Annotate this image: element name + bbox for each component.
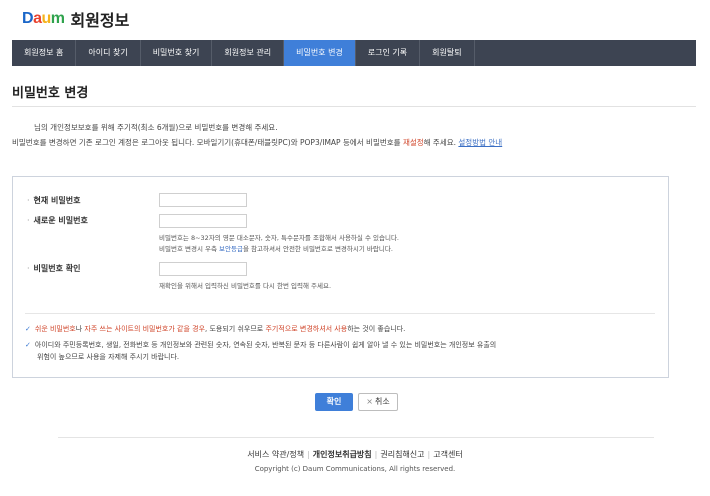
footer-link-privacy[interactable]: 개인정보취급방침: [313, 450, 372, 459]
nav-tab-find-password[interactable]: 비밀번호 찾기: [141, 40, 213, 66]
intro-line-1: 님의 개인정보보호를 위해 주기적(최소 6개월)으로 비밀번호를 변경해 주세…: [34, 123, 278, 132]
current-password-label-text: 현재 비밀번호: [33, 196, 81, 205]
bullet-icon: ·: [27, 216, 30, 225]
nav-tab-withdraw[interactable]: 회원탈퇴: [420, 40, 475, 66]
check-icon: ✓: [25, 341, 31, 349]
divider: [58, 437, 654, 438]
intro-text-b: 해 주세요.: [423, 138, 459, 147]
security-note-2: ✓ 아이디와 주민등록번호, 생일, 전화번호 등 개인정보와 관련된 숫자, 연…: [25, 339, 655, 363]
new-password-help-text-b: 을 참고하셔서 안전한 비밀번호로 변경하시기 바랍니다.: [242, 245, 393, 253]
current-password-label: · 현재 비밀번호: [27, 195, 81, 206]
footer-link-terms[interactable]: 서비스 약관/정책: [247, 450, 304, 459]
footer-separator: |: [307, 450, 310, 459]
confirm-button[interactable]: 확인: [315, 393, 353, 411]
footer-links: 서비스 약관/정책 | 개인정보취급방침 | 권리침해신고 | 고객센터: [0, 449, 710, 460]
site-title: 회원정보: [70, 11, 130, 30]
nav-tab-manage-info[interactable]: 회원정보 관리: [212, 40, 285, 66]
nav-tab-login-history[interactable]: 로그인 기록: [356, 40, 421, 66]
logo-letter: D: [22, 10, 34, 27]
new-password-help-line-2: 비밀번호 변경시 우측 보안등급을 참고하셔서 안전한 비밀번호로 변경하시기 …: [159, 244, 619, 255]
intro-highlight: 재설정: [402, 138, 424, 147]
copyright: Copyright (c) Daum Communications, All r…: [254, 465, 456, 473]
close-icon: ×: [366, 397, 373, 406]
current-password-input[interactable]: [159, 193, 247, 207]
logo-letter: m: [50, 10, 65, 27]
footer-link-rights[interactable]: 권리침해신고: [380, 450, 424, 459]
confirm-password-help: 재확인을 위해서 입력하신 비밀번호를 다시 한번 입력해 주세요.: [159, 282, 332, 290]
new-password-label-text: 새로운 비밀번호: [33, 216, 88, 225]
footer-link-support[interactable]: 고객센터: [433, 450, 462, 459]
note-text: , 도용되기 쉬우므로: [205, 325, 266, 333]
security-note-2-line-1: ✓ 아이디와 주민등록번호, 생일, 전화번호 등 개인정보와 관련된 숫자, 연…: [25, 339, 655, 351]
check-icon: ✓: [25, 325, 31, 333]
security-note-1: ✓ 쉬운 비밀번호나 자주 쓰는 사이트의 비밀번호가 같을 경우, 도용되기 쉬…: [25, 323, 655, 335]
note-text: 하는 것이 좋습니다.: [347, 325, 406, 333]
note-highlight: 주기적으로 변경하셔서 사용: [265, 325, 348, 333]
intro-text: 님의 개인정보보호를 위해 주기적(최소 6개월)으로 비밀번호를 변경해 주세…: [12, 120, 702, 150]
new-password-help: 비밀번호는 8~32자의 영문 대소문자, 숫자, 특수문자를 조합해서 사용하…: [159, 233, 619, 255]
page-title: 비밀번호 변경: [12, 86, 89, 101]
nav-tab-find-id[interactable]: 아이디 찾기: [76, 40, 141, 66]
security-note-2-line-2: 위험이 높으므로 사용을 자제해 주시기 바랍니다.: [37, 353, 180, 361]
confirm-password-input[interactable]: [159, 262, 247, 276]
password-form-box: · 현재 비밀번호 · 새로운 비밀번호 비밀번호는 8~32자의 영문 대소문자,…: [12, 176, 669, 378]
note-highlight: 쉬운 비밀번호: [34, 325, 76, 333]
setup-guide-link[interactable]: 설정방법 안내: [458, 138, 502, 147]
cancel-button[interactable]: × 취소: [358, 393, 398, 411]
site-header: Daum 회원정보: [22, 8, 129, 30]
new-password-label: · 새로운 비밀번호: [27, 215, 88, 226]
nav-tab-home[interactable]: 회원정보 홈: [12, 40, 77, 66]
new-password-help-text-a: 비밀번호 변경시 우측: [159, 245, 220, 253]
confirm-password-label: · 비밀번호 확인: [27, 263, 81, 274]
note-highlight: 자주 쓰는 사이트의 비밀번호가 같을 경우: [84, 325, 206, 333]
intro-line-2: 비밀번호를 변경하면 기존 로그인 계정은 로그아웃 됩니다. 모바일기기(휴대…: [12, 135, 702, 150]
note-text: 아이디와 주민등록번호, 생일, 전화번호 등 개인정보와 관련된 숫자, 연속…: [34, 341, 497, 349]
main-nav: 회원정보 홈 아이디 찾기 비밀번호 찾기 회원정보 관리 비밀번호 변경 로그…: [12, 40, 696, 66]
new-password-help-line-1: 비밀번호는 8~32자의 영문 대소문자, 숫자, 특수문자를 조합해서 사용하…: [159, 234, 399, 242]
divider: [12, 106, 696, 107]
footer-separator: |: [374, 450, 378, 459]
confirm-password-label-text: 비밀번호 확인: [33, 264, 81, 273]
daum-logo[interactable]: Daum: [22, 10, 65, 28]
nav-tab-change-password[interactable]: 비밀번호 변경: [284, 40, 356, 66]
new-password-input[interactable]: [159, 214, 247, 228]
intro-text-a: 비밀번호를 변경하면 기존 로그인 계정은 로그아웃 됩니다. 모바일기기(휴대…: [12, 138, 403, 147]
cancel-button-label: 취소: [374, 397, 390, 406]
logo-letter: u: [41, 10, 51, 27]
security-level-link[interactable]: 보안등급: [219, 245, 243, 253]
logo-letter: a: [33, 10, 42, 27]
divider: [25, 313, 655, 314]
bullet-icon: ·: [27, 264, 30, 273]
footer-separator: |: [427, 450, 431, 459]
bullet-icon: ·: [27, 196, 30, 205]
